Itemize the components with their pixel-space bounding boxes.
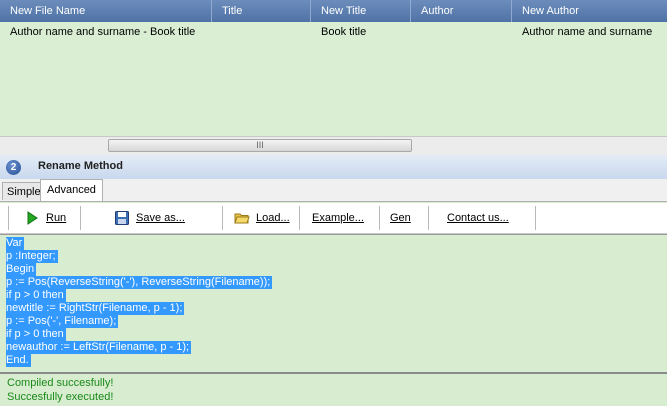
run-label: Run	[46, 212, 67, 224]
cell-author	[411, 22, 512, 42]
toolbar-separator	[80, 206, 81, 230]
code-line: End.	[6, 354, 31, 367]
toolbar-separator	[299, 206, 300, 230]
toolbar-separator	[222, 206, 223, 230]
contact-us-label: Contact us...	[447, 212, 509, 224]
contact-us-button[interactable]: Contact us...	[447, 208, 509, 228]
column-header-title[interactable]: Title	[212, 0, 311, 22]
gen-button[interactable]: Gen	[390, 208, 411, 228]
script-editor[interactable]: Var p :Integer; Begin p := Pos(ReverseSt…	[0, 234, 667, 374]
code-line: if p > 0 then	[6, 289, 66, 302]
section-title: Rename Method	[38, 160, 123, 172]
code-line: newtitle := RightStr(Filename, p - 1);	[6, 302, 185, 315]
code-line: if p > 0 then	[6, 328, 66, 341]
tab-bar: Simple Advanced	[0, 179, 667, 202]
code-line: p :Integer;	[6, 250, 58, 263]
gen-label: Gen	[390, 212, 411, 224]
toolbar-separator	[8, 206, 9, 230]
horizontal-scrollbar[interactable]: III	[0, 136, 667, 155]
run-button[interactable]: Run	[24, 208, 66, 228]
toolbar-separator	[379, 206, 380, 230]
code-line: Var	[6, 237, 25, 250]
step-number-badge: 2	[6, 160, 21, 175]
save-as-label: Save as...	[136, 212, 185, 224]
column-header-new-author[interactable]: New Author	[512, 0, 667, 22]
grid-body: Author name and surname - Book title Boo…	[0, 22, 667, 136]
code-line: p := Pos(ReverseString('-'), ReverseStri…	[6, 276, 273, 289]
toolbar-separator	[428, 206, 429, 230]
section-header: 2 Rename Method	[0, 155, 667, 180]
code-line: Begin	[6, 263, 37, 276]
example-button[interactable]: Example...	[312, 208, 364, 228]
toolbar-separator	[535, 206, 536, 230]
column-header-new-title[interactable]: New Title	[311, 0, 411, 22]
scrollbar-thumb[interactable]: III	[108, 139, 412, 152]
load-label: Load...	[256, 212, 290, 224]
cell-new-file-name: Author name and surname - Book title	[10, 26, 196, 38]
example-label: Example...	[312, 212, 364, 224]
table-row[interactable]: Author name and surname - Book title Boo…	[0, 22, 667, 42]
play-icon	[24, 210, 40, 226]
status-panel: Compiled succesfully! Succesfully execut…	[0, 375, 667, 406]
status-executed: Succesfully executed!	[7, 391, 114, 403]
toolbar: Run Save as... Load... Example... Gen Co…	[0, 203, 667, 234]
cell-title	[212, 22, 311, 42]
open-folder-icon	[234, 210, 250, 226]
load-button[interactable]: Load...	[234, 208, 290, 228]
status-compiled: Compiled succesfully!	[7, 377, 114, 389]
cell-new-title: Book title	[321, 26, 367, 38]
floppy-disk-icon	[114, 210, 130, 226]
code-line: newauthor := LeftStr(Filename, p - 1);	[6, 341, 192, 354]
column-header-new-file-name[interactable]: New File Name	[0, 0, 212, 22]
save-as-button[interactable]: Save as...	[114, 208, 185, 228]
column-header-author[interactable]: Author	[411, 0, 512, 22]
tab-advanced[interactable]: Advanced	[40, 179, 103, 201]
grid-header: New File Name Title New Title Author New…	[0, 0, 667, 22]
code-line: p := Pos('-', Filename);	[6, 315, 119, 328]
cell-new-author: Author name and surname	[522, 26, 653, 38]
